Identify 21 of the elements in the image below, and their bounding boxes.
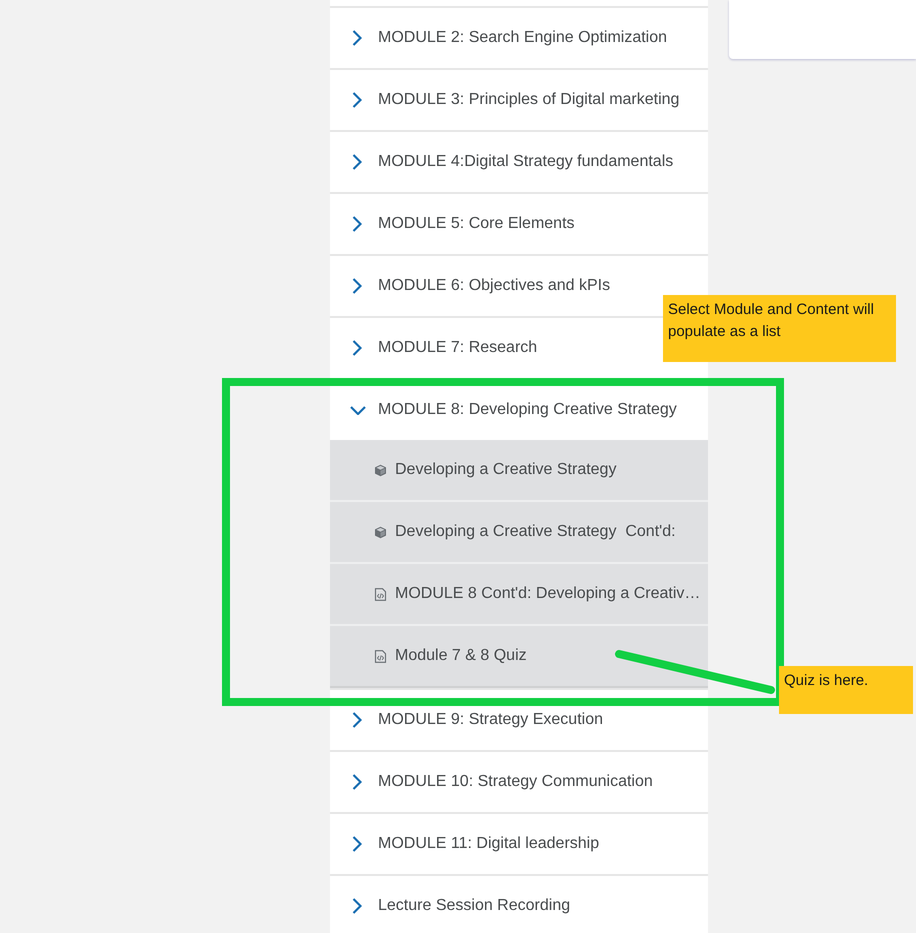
module-item[interactable]: MODULE 7: Research <box>330 318 546 378</box>
module-item[interactable]: MODULE 9: Strategy Execution <box>330 690 611 750</box>
content-item[interactable]: MODULE 8 Cont'd: Developing a Creativ… <box>330 562 708 624</box>
cube-icon <box>374 464 387 476</box>
content-item[interactable]: Developing a Creative Strategy Cont'd: <box>330 500 708 562</box>
module-item[interactable]: MODULE 6: Objectives and kPIs <box>330 256 618 316</box>
content-item[interactable]: Developing a Creative Strategy <box>330 440 708 500</box>
code-file-icon <box>374 588 387 600</box>
module-item[interactable]: MODULE 10: Strategy Communication <box>330 752 661 812</box>
annotation-tooltip: Select Module and Content will populate as a list <box>663 295 896 362</box>
module-item[interactable]: MODULE 2: Search Engine Optimization <box>330 8 676 68</box>
code-file-icon <box>374 650 387 662</box>
module-item[interactable]: MODULE 8: Developing Creative Strategy <box>330 380 685 440</box>
module-item[interactable]: MODULE 3: Principles of Digital marketing <box>330 70 688 130</box>
module-item[interactable]: MODULE 4:Digital Strategy fundamentals <box>330 132 682 192</box>
module-item[interactable]: MODULE 11: Digital leadership <box>330 814 608 874</box>
cube-icon <box>374 526 387 538</box>
annotation-tooltip: Quiz is here. <box>779 666 913 714</box>
module-item[interactable]: Lecture Session Recording <box>330 876 578 933</box>
module-item[interactable]: MODULE 5: Core Elements <box>330 194 583 254</box>
content-item[interactable]: Module 7 & 8 Quiz <box>330 624 708 686</box>
